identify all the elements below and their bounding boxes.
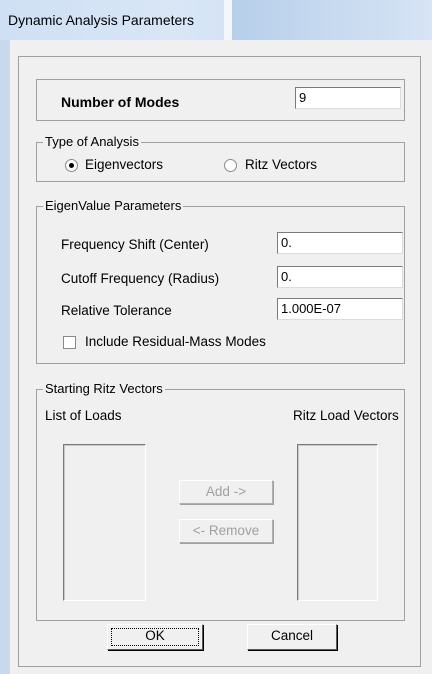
window-frame-left	[0, 40, 10, 674]
title-bar: Dynamic Analysis Parameters	[0, 0, 432, 41]
title-bar-background	[232, 0, 432, 40]
residual-mass-label[interactable]: Include Residual-Mass Modes	[85, 334, 266, 350]
starting-ritz-vectors-legend: Starting Ritz Vectors	[43, 381, 165, 397]
remove-button[interactable]: <- Remove	[179, 519, 273, 543]
frequency-shift-label: Frequency Shift (Center)	[61, 237, 209, 252]
window-title: Dynamic Analysis Parameters	[8, 12, 194, 28]
list-of-loads-listbox[interactable]	[63, 444, 146, 601]
dialog-body: Number of Modes 9 Type of Analysis Eigen…	[10, 40, 432, 674]
number-of-modes-input[interactable]: 9	[295, 87, 401, 109]
ritz-vectors-label[interactable]: Ritz Vectors	[245, 157, 317, 173]
starting-ritz-vectors-group: Starting Ritz Vectors List of Loads Ritz…	[36, 381, 405, 621]
frequency-shift-input[interactable]: 0.	[277, 232, 403, 254]
number-of-modes-group: Number of Modes 9	[36, 79, 405, 121]
type-of-analysis-group: Type of Analysis Eigenvectors Ritz Vecto…	[36, 134, 405, 182]
ritz-load-vectors-listbox[interactable]	[297, 444, 378, 601]
number-of-modes-label: Number of Modes	[61, 94, 180, 110]
radio-selected-dot	[69, 163, 74, 168]
title-bar-divider	[224, 0, 232, 40]
ritz-load-vectors-label: Ritz Load Vectors	[293, 408, 399, 423]
eigenvectors-radio[interactable]	[65, 159, 78, 172]
outer-panel: Number of Modes 9 Type of Analysis Eigen…	[18, 56, 421, 667]
add-button[interactable]: Add ->	[179, 480, 273, 504]
residual-mass-checkbox[interactable]	[63, 336, 76, 349]
ritz-vectors-radio[interactable]	[224, 159, 237, 172]
list-of-loads-label: List of Loads	[45, 408, 122, 423]
eigenvalue-parameters-legend: EigenValue Parameters	[43, 198, 184, 214]
relative-tolerance-input[interactable]: 1.000E-07	[277, 298, 403, 320]
relative-tolerance-label: Relative Tolerance	[61, 303, 172, 318]
type-of-analysis-legend: Type of Analysis	[43, 134, 141, 150]
cutoff-frequency-label: Cutoff Frequency (Radius)	[61, 271, 220, 286]
eigenvectors-label[interactable]: Eigenvectors	[85, 157, 163, 173]
eigenvalue-parameters-group: EigenValue Parameters Frequency Shift (C…	[36, 198, 405, 364]
cutoff-frequency-input[interactable]: 0.	[277, 266, 403, 288]
focus-rectangle	[111, 628, 199, 646]
ok-button[interactable]: OK	[107, 624, 203, 650]
cancel-button[interactable]: Cancel	[247, 624, 337, 650]
